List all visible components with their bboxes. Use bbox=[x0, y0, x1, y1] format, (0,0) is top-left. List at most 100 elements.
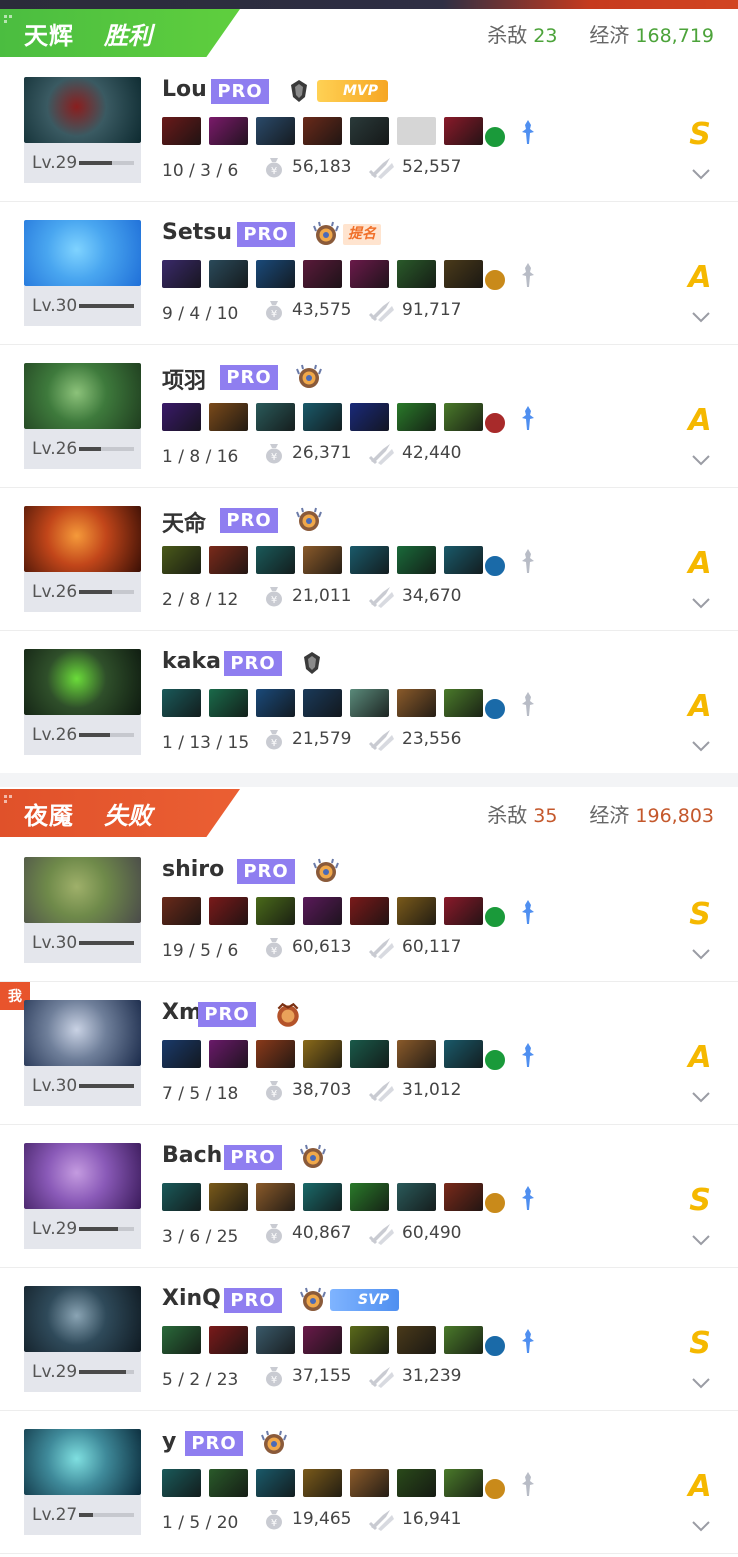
item-slot[interactable] bbox=[444, 689, 483, 717]
player-name[interactable]: Lou bbox=[162, 77, 207, 102]
item-slot[interactable] bbox=[162, 1183, 201, 1211]
player-name[interactable]: Setsu bbox=[162, 220, 232, 245]
player-row[interactable]: Lv.26 项羽 PRO 1 / 8 / 16 ¥26,371 42,440 A bbox=[0, 345, 738, 488]
item-slot[interactable] bbox=[444, 546, 483, 574]
item-slot[interactable] bbox=[303, 689, 342, 717]
item-slot[interactable] bbox=[444, 260, 483, 288]
item-slot[interactable] bbox=[397, 403, 436, 431]
player-row[interactable]: Lv.26 kaka PRO 1 / 13 / 15 ¥21,579 23,556 A bbox=[0, 631, 738, 774]
player-name[interactable]: 项羽 bbox=[162, 363, 206, 395]
item-slot[interactable] bbox=[397, 117, 436, 145]
item-slot[interactable] bbox=[350, 1469, 389, 1497]
neutral-item-icon[interactable] bbox=[483, 697, 507, 721]
item-slot[interactable] bbox=[256, 1040, 295, 1068]
item-slot[interactable] bbox=[350, 260, 389, 288]
chevron-down-icon[interactable] bbox=[692, 594, 710, 609]
item-slot[interactable] bbox=[256, 403, 295, 431]
item-slot[interactable] bbox=[350, 403, 389, 431]
item-slot[interactable] bbox=[397, 689, 436, 717]
item-slot[interactable] bbox=[397, 260, 436, 288]
item-slot[interactable] bbox=[350, 1040, 389, 1068]
item-slot[interactable] bbox=[350, 689, 389, 717]
player-row[interactable]: Lv.26 天命 PRO 2 / 8 / 12 ¥21,011 34,670 A bbox=[0, 488, 738, 631]
player-row[interactable]: Lv.27 y PRO 1 / 5 / 20 ¥19,465 16,941 A bbox=[0, 1411, 738, 1554]
neutral-item-icon[interactable] bbox=[483, 1334, 507, 1358]
item-slot[interactable] bbox=[256, 897, 295, 925]
item-slot[interactable] bbox=[350, 546, 389, 574]
item-slot[interactable] bbox=[256, 260, 295, 288]
item-slot[interactable] bbox=[444, 1469, 483, 1497]
hero-avatar[interactable] bbox=[24, 649, 141, 715]
player-name[interactable]: kaka bbox=[162, 649, 221, 674]
item-slot[interactable] bbox=[209, 403, 248, 431]
item-slot[interactable] bbox=[256, 1469, 295, 1497]
item-slot[interactable] bbox=[256, 1183, 295, 1211]
item-slot[interactable] bbox=[397, 897, 436, 925]
item-slot[interactable] bbox=[209, 1183, 248, 1211]
hero-avatar[interactable] bbox=[24, 77, 141, 143]
item-slot[interactable] bbox=[303, 1326, 342, 1354]
item-slot[interactable] bbox=[209, 546, 248, 574]
item-slot[interactable] bbox=[303, 117, 342, 145]
item-slot[interactable] bbox=[397, 1040, 436, 1068]
chevron-down-icon[interactable] bbox=[692, 737, 710, 752]
player-row[interactable]: Lv.29 XinQ PRO SVP 5 / 2 / 23 ¥37,155 31,239 S bbox=[0, 1268, 738, 1411]
item-slot[interactable] bbox=[162, 546, 201, 574]
item-slot[interactable] bbox=[209, 1469, 248, 1497]
neutral-item-icon[interactable] bbox=[483, 1477, 507, 1501]
item-slot[interactable] bbox=[256, 689, 295, 717]
player-row[interactable]: Lv.29 Lou PRO MVP 10 / 3 / 6 ¥56,183 52,557 S bbox=[0, 59, 738, 202]
item-slot[interactable] bbox=[162, 1326, 201, 1354]
item-slot[interactable] bbox=[162, 1469, 201, 1497]
chevron-down-icon[interactable] bbox=[692, 451, 710, 466]
item-slot[interactable] bbox=[303, 546, 342, 574]
chevron-down-icon[interactable] bbox=[692, 165, 710, 180]
item-slot[interactable] bbox=[209, 1326, 248, 1354]
item-slot[interactable] bbox=[350, 1183, 389, 1211]
item-slot[interactable] bbox=[303, 897, 342, 925]
item-slot[interactable] bbox=[162, 117, 201, 145]
player-name[interactable]: 天命 bbox=[162, 506, 206, 538]
item-slot[interactable] bbox=[303, 403, 342, 431]
item-slot[interactable] bbox=[162, 897, 201, 925]
player-name[interactable]: Xm bbox=[162, 1000, 202, 1025]
item-slot[interactable] bbox=[350, 897, 389, 925]
item-slot[interactable] bbox=[444, 117, 483, 145]
item-slot[interactable] bbox=[209, 260, 248, 288]
neutral-item-icon[interactable] bbox=[483, 554, 507, 578]
neutral-item-icon[interactable] bbox=[483, 905, 507, 929]
neutral-item-icon[interactable] bbox=[483, 1048, 507, 1072]
item-slot[interactable] bbox=[303, 1183, 342, 1211]
item-slot[interactable] bbox=[162, 689, 201, 717]
neutral-item-icon[interactable] bbox=[483, 411, 507, 435]
hero-avatar[interactable] bbox=[24, 1000, 141, 1066]
item-slot[interactable] bbox=[162, 1040, 201, 1068]
hero-avatar[interactable] bbox=[24, 506, 141, 572]
item-slot[interactable] bbox=[209, 1040, 248, 1068]
item-slot[interactable] bbox=[397, 1326, 436, 1354]
item-slot[interactable] bbox=[209, 689, 248, 717]
neutral-item-icon[interactable] bbox=[483, 125, 507, 149]
item-slot[interactable] bbox=[444, 1040, 483, 1068]
item-slot[interactable] bbox=[162, 260, 201, 288]
hero-avatar[interactable] bbox=[24, 220, 141, 286]
hero-avatar[interactable] bbox=[24, 1143, 141, 1209]
item-slot[interactable] bbox=[209, 117, 248, 145]
item-slot[interactable] bbox=[444, 403, 483, 431]
item-slot[interactable] bbox=[209, 897, 248, 925]
player-name[interactable]: shiro bbox=[162, 857, 224, 882]
item-slot[interactable] bbox=[256, 1326, 295, 1354]
neutral-item-icon[interactable] bbox=[483, 1191, 507, 1215]
player-name[interactable]: y bbox=[162, 1429, 176, 1454]
chevron-down-icon[interactable] bbox=[692, 1088, 710, 1103]
chevron-down-icon[interactable] bbox=[692, 308, 710, 323]
item-slot[interactable] bbox=[162, 403, 201, 431]
player-name[interactable]: Bach bbox=[162, 1143, 222, 1168]
player-row[interactable]: 我 Lv.30 Xm PRO 7 / 5 / 18 ¥38,703 31,012 A bbox=[0, 982, 738, 1125]
hero-avatar[interactable] bbox=[24, 1286, 141, 1352]
neutral-item-icon[interactable] bbox=[483, 268, 507, 292]
chevron-down-icon[interactable] bbox=[692, 1517, 710, 1532]
item-slot[interactable] bbox=[397, 1469, 436, 1497]
hero-avatar[interactable] bbox=[24, 857, 141, 923]
item-slot[interactable] bbox=[256, 117, 295, 145]
